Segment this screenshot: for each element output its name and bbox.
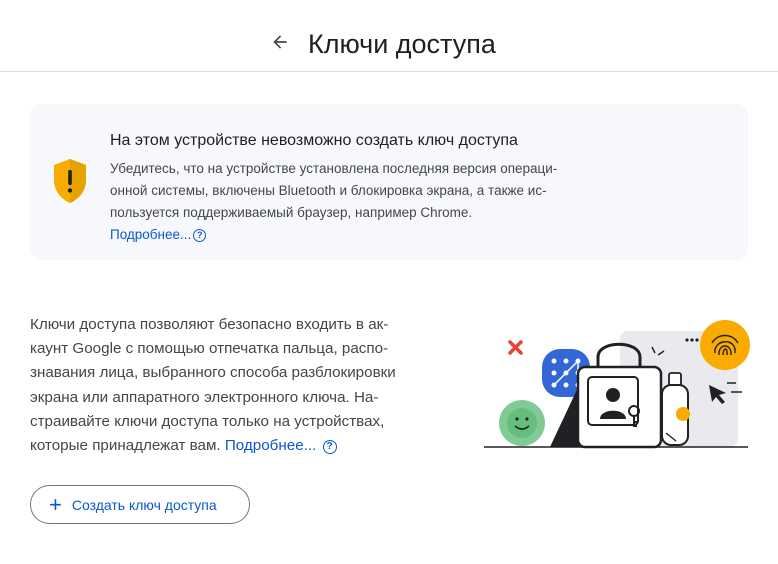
face-recognition-icon bbox=[499, 400, 545, 446]
create-passkey-button[interactable]: + Создать ключ доступа bbox=[30, 485, 250, 524]
description-learn-more-link[interactable]: Подробнее... bbox=[225, 437, 316, 454]
decorative-dots bbox=[685, 338, 699, 342]
description-line: знавания лица, выбранного способа разбло… bbox=[30, 364, 396, 382]
warning-text: Убедитесь, что на устройстве установлена… bbox=[110, 158, 610, 246]
top-bar: Ключи доступа bbox=[0, 0, 778, 72]
shield-warning-icon bbox=[54, 159, 86, 203]
description-line: страивайте ключи доступа только на устро… bbox=[30, 412, 385, 430]
create-passkey-label: Создать ключ доступа bbox=[71, 496, 217, 513]
help-icon[interactable]: ? bbox=[193, 229, 207, 242]
plus-icon: + bbox=[49, 491, 62, 517]
help-icon[interactable]: ? bbox=[322, 440, 337, 455]
description-line: которые принадлежат вам. bbox=[30, 437, 221, 455]
page-title: Ключи доступа bbox=[308, 29, 496, 59]
warning-line: пользуется поддерживаемый браузер, напри… bbox=[110, 205, 473, 220]
description-line: каунт Google с помощью отпечатка пальца,… bbox=[30, 340, 389, 358]
arrow-back-icon bbox=[273, 35, 287, 49]
back-button[interactable] bbox=[266, 28, 294, 56]
red-x-icon bbox=[508, 340, 523, 355]
learn-more-label: Подробнее... bbox=[110, 227, 192, 242]
warning-line: Убедитесь, что на устройстве установлена… bbox=[110, 161, 558, 176]
description-line: экрана или аппаратного электронного ключ… bbox=[30, 388, 379, 406]
padlock-icon bbox=[576, 365, 663, 449]
warning-learn-more-link[interactable]: Подробнее... bbox=[110, 227, 191, 242]
passkeys-description: Ключи доступа позволяют безопасно входит… bbox=[30, 313, 450, 458]
warning-line: онной системы, включены Bluetooth и блок… bbox=[110, 183, 547, 198]
passkey-illustration bbox=[484, 320, 750, 449]
warning-title: На этом устройстве невозможно создать кл… bbox=[110, 132, 518, 149]
description-line: Ключи доступа позволяют безопасно входит… bbox=[30, 316, 389, 333]
fingerprint-icon bbox=[700, 320, 750, 370]
